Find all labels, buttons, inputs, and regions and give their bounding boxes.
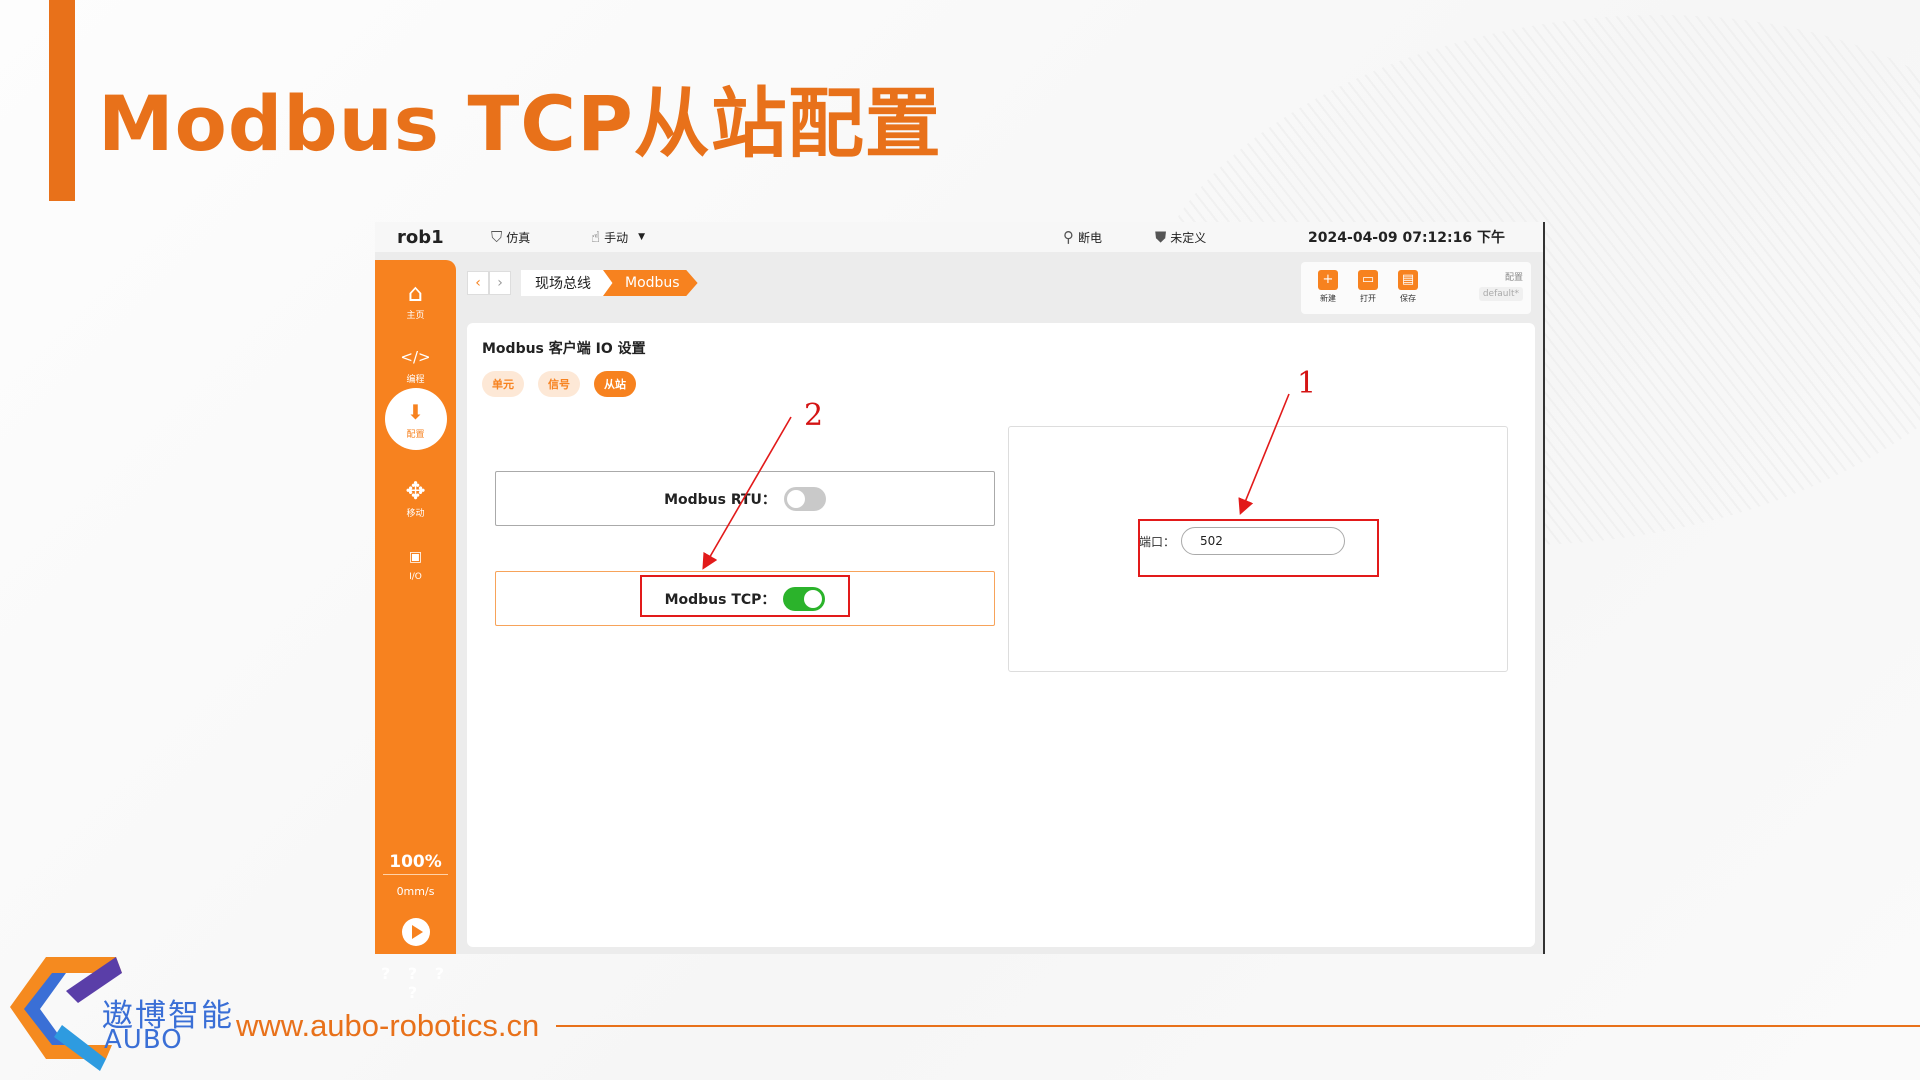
app-screenshot: rob1 ⛉ 仿真 ☝ 手动 ▼ ⚲ 断电 ⛊ 未定义 2024-04-09 0… [375, 222, 1545, 1002]
annotation-arrows [702, 393, 1290, 570]
annotation-2: 2 [804, 398, 824, 433]
sidebar-bottom-text: ? ? ? ? [381, 964, 450, 1002]
slide: Modbus TCP从站配置 rob1 ⛉ 仿真 ☝ 手动 ▼ ⚲ 断电 ⛊ 未… [0, 0, 1920, 1080]
arrow-2 [702, 416, 792, 570]
footer-divider [556, 1025, 1920, 1027]
title-accent-bar [49, 0, 75, 201]
annotation-1: 1 [1297, 366, 1317, 401]
slide-title: Modbus TCP从站配置 [98, 79, 942, 168]
brand-name-en: AUBO [104, 1025, 183, 1055]
website-url[interactable]: www.aubo-robotics.cn [236, 1008, 539, 1044]
arrow-1 [1238, 393, 1290, 515]
